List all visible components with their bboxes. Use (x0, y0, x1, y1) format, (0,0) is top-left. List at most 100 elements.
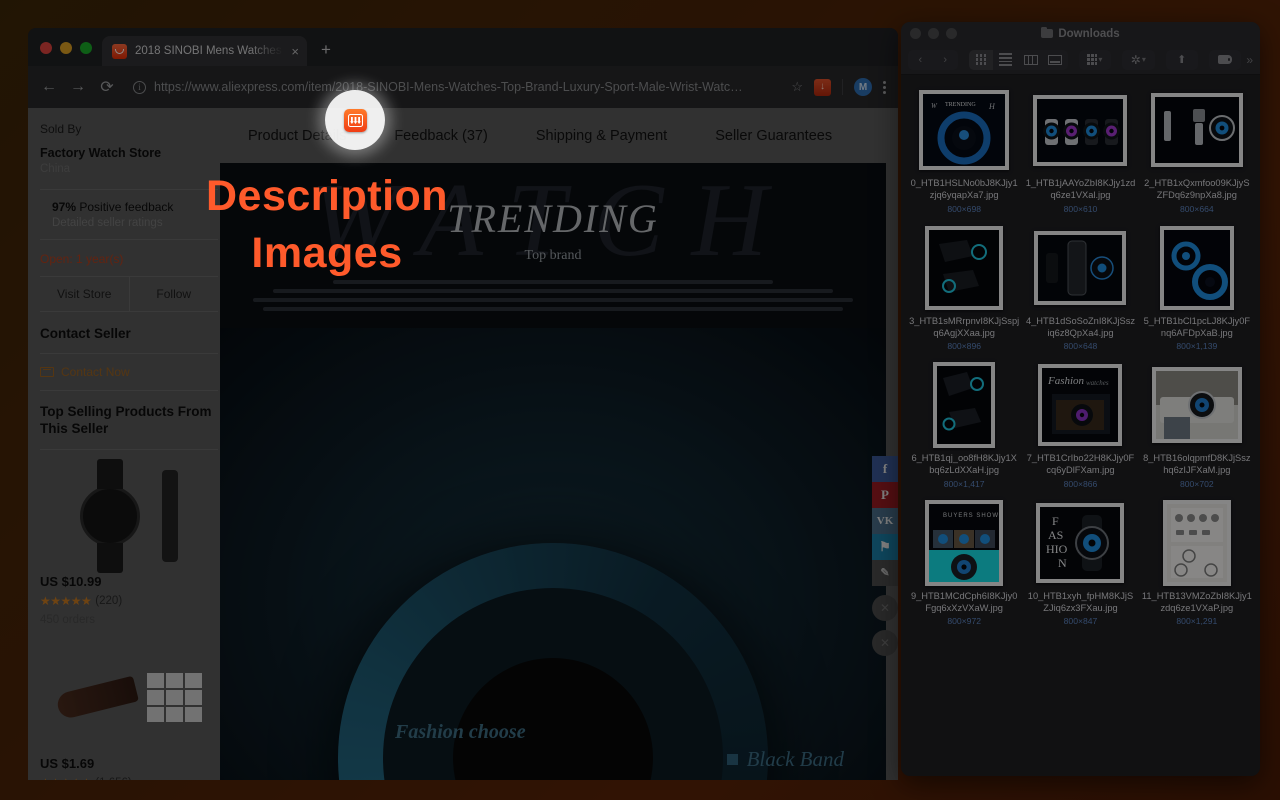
product-price: US $1.69 (40, 756, 218, 771)
watch-strap-illustration (55, 675, 139, 720)
list-view-icon[interactable] (993, 50, 1018, 70)
download-extension-icon[interactable]: ↓ (814, 79, 831, 96)
file-thumbnail: Fashion watches (1025, 364, 1135, 446)
svg-text:N: N (1058, 556, 1067, 570)
finder-close-button[interactable] (910, 28, 921, 39)
close-window-button[interactable] (40, 42, 52, 54)
edit-pencil-icon[interactable]: ✎ (872, 560, 898, 586)
file-dimensions: 800×1,291 (1142, 616, 1252, 626)
file-thumbnail: W TRENDING H (909, 89, 1019, 171)
facebook-icon[interactable]: f (872, 456, 898, 482)
list-item[interactable]: Fashion watches 7_HTB1CrIbo22H8KJjy0Fcq6… (1023, 360, 1137, 495)
annotation-description-images: Description Images (206, 168, 448, 282)
column-view-icon[interactable] (1018, 50, 1043, 70)
maximize-window-button[interactable] (80, 42, 92, 54)
close-icon[interactable]: × (291, 45, 299, 58)
file-name: 9_HTB1MCdCph6I8KJjy0Fgq6xXzVXaW.jpg (909, 590, 1019, 615)
store-open-duration: Open: 1 year(s) (40, 252, 218, 266)
finder-traffic-lights[interactable] (910, 28, 957, 39)
product-price: US $10.99 (40, 574, 218, 589)
watch-side-illustration (162, 470, 178, 562)
bookmark-star-icon[interactable]: ☆ (791, 79, 803, 95)
list-item[interactable]: 3_HTB1sMRrpnvI8KJjSspjq6AgjXXaa.jpg 800×… (907, 223, 1021, 358)
gallery-view-icon[interactable] (1043, 50, 1068, 70)
aliexpress-favicon (112, 44, 127, 59)
contact-now-label: Contact Now (61, 365, 130, 379)
list-item[interactable]: 1_HTB1jAAYoZbI8KJjy1zdq6ze1VXal.jpg 800×… (1023, 85, 1137, 220)
vk-icon[interactable]: VK (872, 508, 898, 534)
finder-maximize-button[interactable] (946, 28, 957, 39)
action-gear-icon[interactable]: ✲▾ (1122, 50, 1154, 70)
product-thumbnail (40, 644, 218, 752)
list-item[interactable]: US $1.69 ★★★★★ (1,656) 3,066 orders (40, 632, 218, 780)
star-icons: ★★★★★ (40, 776, 91, 780)
file-dimensions: 800×664 (1142, 204, 1252, 214)
group-by-icon[interactable]: ▾ (1079, 50, 1111, 70)
svg-text:F: F (1052, 514, 1059, 528)
forward-icon[interactable]: → (69, 78, 87, 96)
new-tab-button[interactable]: + (321, 40, 331, 60)
finder-back-button[interactable]: ‹ (908, 50, 933, 70)
icon-view-icon[interactable] (969, 50, 994, 70)
tab-shipping-payment[interactable]: Shipping & Payment (512, 128, 691, 144)
site-info-icon[interactable]: i (133, 81, 146, 94)
pinterest-icon[interactable]: P (872, 482, 898, 508)
finder-file-grid-container[interactable]: W TRENDING H 0_HTB1HSLNo0bJ8KJjy1zjq6yqa… (901, 75, 1260, 776)
store-name[interactable]: Factory Watch Store (40, 146, 218, 160)
detailed-seller-ratings[interactable]: Detailed seller ratings (52, 217, 218, 229)
address-bar-url: https://www.aliexpress.com/item/2018-SIN… (154, 80, 774, 94)
contact-seller-heading: Contact Seller (40, 312, 218, 354)
toolbar-overflow-icon[interactable]: » (1246, 53, 1253, 67)
back-icon[interactable]: ← (40, 78, 58, 96)
svg-text:AS: AS (1048, 528, 1063, 542)
close-circle-icon[interactable]: ✕ (872, 595, 898, 621)
svg-text:TRENDING: TRENDING (945, 102, 976, 108)
review-count: (220) (95, 595, 122, 607)
window-traffic-lights[interactable] (38, 42, 102, 66)
list-item[interactable]: 8_HTB16olqpmfD8KJjSszhq6zIJFXaM.jpg 800×… (1140, 360, 1254, 495)
download-all-images-extension-icon[interactable] (344, 109, 367, 132)
browser-tabstrip: 2018 SINOBI Mens Watches To × + (28, 28, 898, 66)
back-to-top-icon[interactable]: ✕ (872, 630, 898, 656)
file-thumbnail (1142, 89, 1252, 171)
finder-groupby-group: ▾ (1079, 50, 1111, 70)
finder-forward-button[interactable]: › (933, 50, 958, 70)
file-dimensions: 800×648 (1025, 341, 1135, 351)
finder-minimize-button[interactable] (928, 28, 939, 39)
file-thumbnail (1025, 227, 1135, 309)
profile-avatar[interactable]: M (854, 78, 872, 96)
file-name: 8_HTB16olqpmfD8KJjSszhq6zIJFXaM.jpg (1142, 452, 1252, 477)
order-count: 450 orders (40, 614, 218, 626)
list-item[interactable]: 11_HTB13VMZoZbI8KJjy1zdq6ze1VXaP.jpg 800… (1140, 498, 1254, 633)
list-item[interactable]: US $10.99 ★★★★★ (220) 450 orders (40, 450, 218, 632)
list-item[interactable]: 5_HTB1bCl1pcLJ8KJjy0Fnq6AFDpXaB.jpg 800×… (1140, 223, 1254, 358)
svg-text:BUYERS SHOW: BUYERS SHOW (943, 513, 999, 519)
list-item[interactable]: 4_HTB1dSoSoZnI8KJjSsziq6z8QpXa4.jpg 800×… (1023, 223, 1137, 358)
list-item[interactable]: W TRENDING H 0_HTB1HSLNo0bJ8KJjy1zjq6yqa… (907, 85, 1021, 220)
black-band-text: Black Band (747, 747, 844, 772)
list-item[interactable]: 2_HTB1xQxmfoo09KJjySZFDq6z9npXa8.jpg 800… (1140, 85, 1254, 220)
strap-color-grid (147, 673, 202, 722)
browser-tab[interactable]: 2018 SINOBI Mens Watches To × (102, 36, 307, 66)
contact-now-button[interactable]: Contact Now (40, 354, 218, 391)
sold-by-label: Sold By (40, 122, 218, 136)
tab-seller-guarantees[interactable]: Seller Guarantees (691, 128, 856, 144)
tags-icon[interactable] (1209, 50, 1241, 70)
browser-tab-title: 2018 SINOBI Mens Watches To (135, 45, 283, 57)
list-item[interactable]: 6_HTB1qj_oo8fH8KJjy1Xbq6zLdXXaH.jpg 800×… (907, 360, 1021, 495)
list-item[interactable]: F AS HIO N 10_HTB1xyh_fpHM8KJjSZJiq6zx3F… (1023, 498, 1137, 633)
list-item[interactable]: BUYERS SHOW 9_HTB1MCdCph6I8KJjy0Fgq6xXzV… (907, 498, 1021, 633)
share-icon[interactable]: ⬆ (1166, 50, 1198, 70)
twitter-icon[interactable]: ⚑ (872, 534, 898, 560)
reload-icon[interactable]: ⟳ (98, 77, 116, 97)
minimize-window-button[interactable] (60, 42, 72, 54)
visit-store-button[interactable]: Visit Store (40, 277, 129, 311)
tab-feedback[interactable]: Feedback (37) (370, 128, 512, 144)
address-bar[interactable]: i https://www.aliexpress.com/item/2018-S… (127, 74, 780, 100)
chrome-menu-icon[interactable] (883, 81, 886, 94)
product-rating: ★★★★★ (220) (40, 594, 218, 608)
file-name: 5_HTB1bCl1pcLJ8KJjy0Fnq6AFDpXaB.jpg (1142, 315, 1252, 340)
file-thumbnail (1025, 89, 1135, 171)
watch-ring-inner (453, 658, 653, 780)
follow-button[interactable]: Follow (129, 277, 219, 311)
